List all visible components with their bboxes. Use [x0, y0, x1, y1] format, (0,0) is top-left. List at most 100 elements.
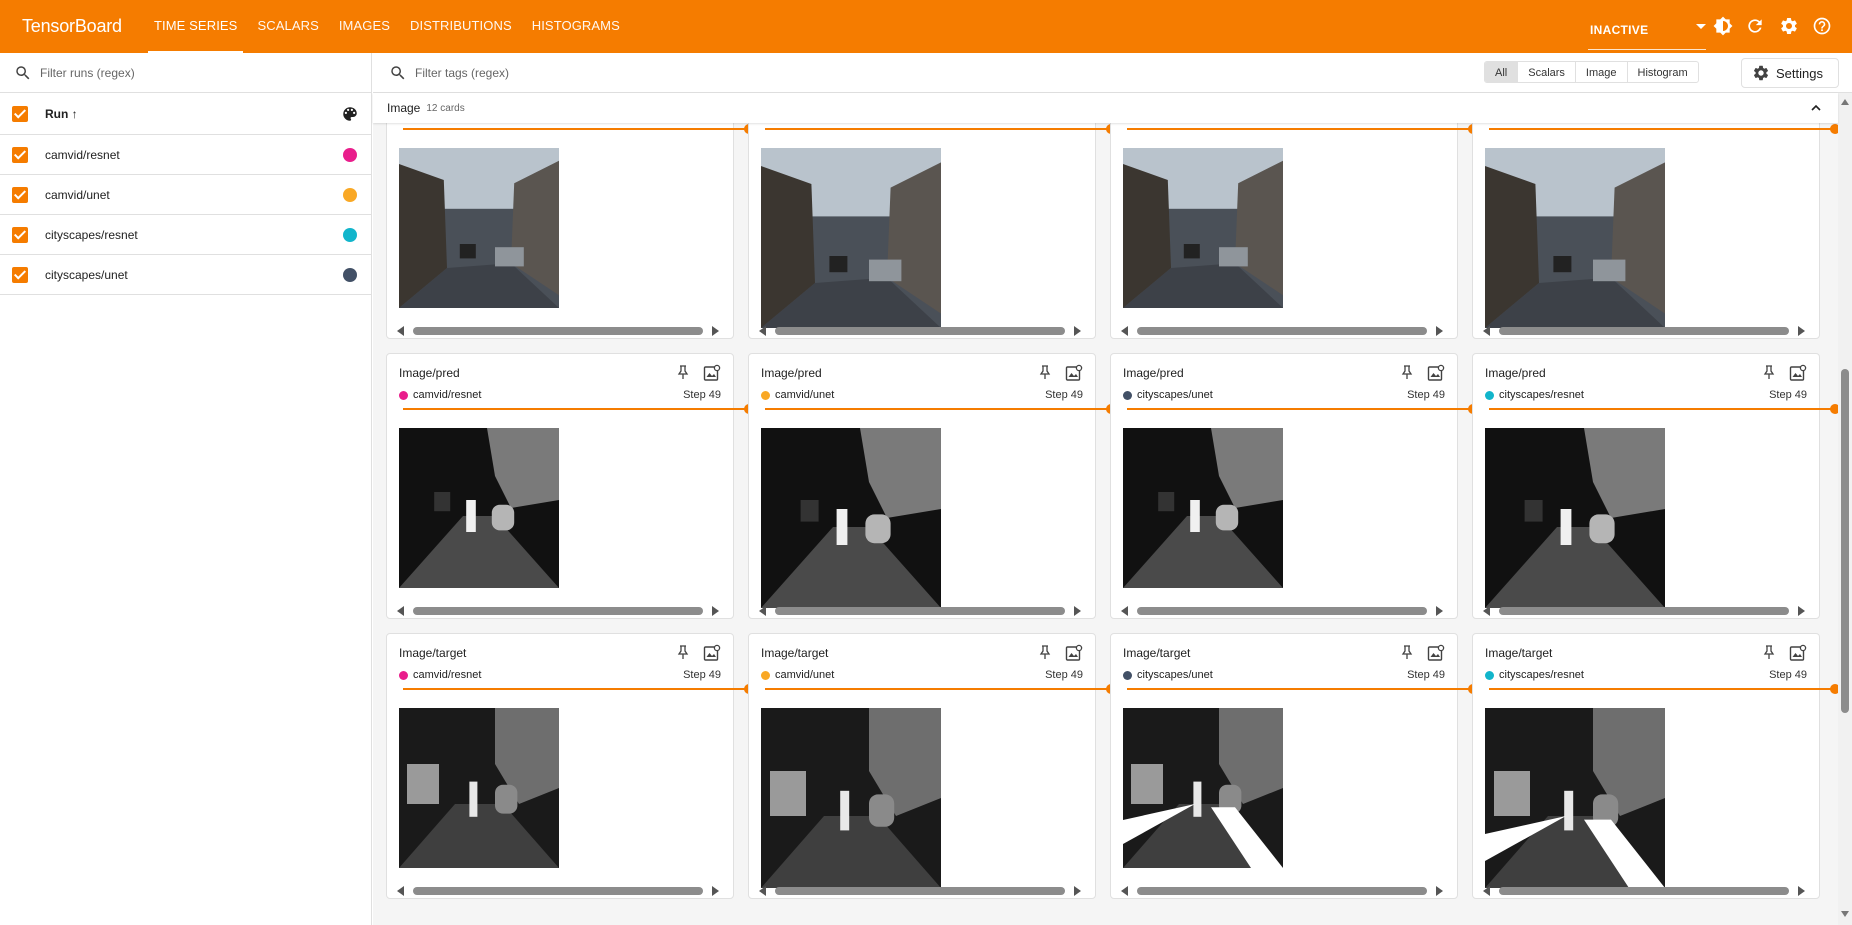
scrollbar-thumb[interactable]: [1841, 369, 1849, 713]
scrollbar-thumb[interactable]: [1499, 327, 1789, 335]
target-image[interactable]: [1485, 708, 1665, 888]
scroll-right-arrow-icon[interactable]: [1798, 326, 1805, 336]
input-image[interactable]: [1485, 148, 1665, 328]
image-icon[interactable]: [1427, 644, 1445, 662]
step-slider[interactable]: [1489, 124, 1838, 134]
image-icon[interactable]: [703, 644, 721, 662]
help-icon[interactable]: [1812, 16, 1832, 36]
scrollbar-thumb[interactable]: [775, 887, 1065, 895]
pin-icon[interactable]: [677, 645, 689, 659]
scrollbar-thumb[interactable]: [1137, 887, 1427, 895]
settings-button[interactable]: Settings: [1741, 58, 1839, 88]
pin-icon[interactable]: [1401, 645, 1413, 659]
image-horizontal-scrollbar[interactable]: [397, 324, 719, 338]
inactive-plugins-select[interactable]: INACTIVE: [1588, 10, 1706, 50]
filter-scalars-button[interactable]: Scalars: [1518, 62, 1576, 82]
run-row[interactable]: cityscapes/resnet: [0, 215, 371, 255]
image-horizontal-scrollbar[interactable]: [1483, 324, 1805, 338]
run-row[interactable]: cityscapes/unet: [0, 255, 371, 295]
scroll-left-arrow-icon[interactable]: [1121, 886, 1128, 896]
target-image[interactable]: [761, 708, 941, 888]
scroll-right-arrow-icon[interactable]: [712, 886, 719, 896]
step-slider[interactable]: [1127, 124, 1478, 134]
image-horizontal-scrollbar[interactable]: [759, 324, 1081, 338]
step-slider[interactable]: [1489, 684, 1838, 694]
pred-image[interactable]: [1123, 428, 1283, 588]
step-slider-knob[interactable]: [1830, 124, 1838, 134]
pred-image[interactable]: [1485, 428, 1665, 608]
image-horizontal-scrollbar[interactable]: [759, 884, 1081, 898]
image-horizontal-scrollbar[interactable]: [759, 604, 1081, 618]
settings-gear-icon[interactable]: [1779, 16, 1799, 36]
image-icon[interactable]: [1065, 644, 1083, 662]
tab-scalars[interactable]: SCALARS: [247, 0, 328, 53]
tab-time-series[interactable]: TIME SERIES: [144, 0, 247, 53]
run-column-header[interactable]: Run ↑: [45, 107, 78, 121]
scrollbar-thumb[interactable]: [1137, 607, 1427, 615]
pred-image[interactable]: [761, 428, 941, 608]
run-color-swatch[interactable]: [343, 147, 357, 162]
step-slider[interactable]: [765, 124, 1116, 134]
tab-distributions[interactable]: DISTRIBUTIONS: [400, 0, 522, 53]
pin-icon[interactable]: [1039, 365, 1051, 379]
run-checkbox[interactable]: [12, 226, 28, 243]
tag-filter-input[interactable]: [415, 65, 715, 80]
run-checkbox[interactable]: [12, 146, 28, 163]
run-color-swatch[interactable]: [343, 227, 357, 242]
scroll-left-arrow-icon[interactable]: [759, 606, 766, 616]
palette-icon[interactable]: [341, 105, 359, 123]
input-image[interactable]: [399, 148, 559, 308]
scroll-left-arrow-icon[interactable]: [759, 326, 766, 336]
run-checkbox[interactable]: [12, 186, 28, 203]
step-slider-knob[interactable]: [1830, 684, 1838, 694]
step-slider[interactable]: [403, 404, 754, 414]
pin-icon[interactable]: [1039, 645, 1051, 659]
select-all-checkbox[interactable]: [12, 105, 28, 122]
scrollbar-thumb[interactable]: [775, 327, 1065, 335]
theme-toggle-icon[interactable]: [1713, 16, 1733, 36]
scroll-right-arrow-icon[interactable]: [712, 606, 719, 616]
step-slider-knob[interactable]: [1830, 404, 1838, 414]
scroll-down-arrow-icon[interactable]: [1841, 911, 1849, 917]
scroll-left-arrow-icon[interactable]: [1483, 886, 1490, 896]
step-slider[interactable]: [765, 404, 1116, 414]
scroll-right-arrow-icon[interactable]: [1798, 606, 1805, 616]
scrollbar-thumb[interactable]: [1137, 327, 1427, 335]
step-slider[interactable]: [403, 124, 754, 134]
scroll-left-arrow-icon[interactable]: [397, 606, 404, 616]
step-slider[interactable]: [403, 684, 754, 694]
run-checkbox[interactable]: [12, 266, 28, 283]
scroll-left-arrow-icon[interactable]: [1121, 326, 1128, 336]
scrollbar-thumb[interactable]: [413, 607, 703, 615]
image-horizontal-scrollbar[interactable]: [1121, 324, 1443, 338]
filter-image-button[interactable]: Image: [1576, 62, 1628, 82]
run-row[interactable]: camvid/resnet: [0, 135, 371, 175]
pin-icon[interactable]: [1401, 365, 1413, 379]
image-horizontal-scrollbar[interactable]: [1121, 884, 1443, 898]
step-slider[interactable]: [1127, 404, 1478, 414]
scroll-left-arrow-icon[interactable]: [1483, 326, 1490, 336]
image-horizontal-scrollbar[interactable]: [1483, 604, 1805, 618]
scroll-left-arrow-icon[interactable]: [759, 886, 766, 896]
image-horizontal-scrollbar[interactable]: [397, 604, 719, 618]
pin-icon[interactable]: [1763, 365, 1775, 379]
vertical-scrollbar[interactable]: [1838, 93, 1852, 925]
scrollbar-thumb[interactable]: [413, 327, 703, 335]
target-image[interactable]: [1123, 708, 1283, 868]
scroll-right-arrow-icon[interactable]: [1436, 886, 1443, 896]
scroll-right-arrow-icon[interactable]: [1798, 886, 1805, 896]
step-slider[interactable]: [1489, 404, 1838, 414]
run-row[interactable]: camvid/unet: [0, 175, 371, 215]
image-horizontal-scrollbar[interactable]: [1483, 884, 1805, 898]
filter-all-button[interactable]: All: [1485, 62, 1519, 82]
refresh-icon[interactable]: [1745, 16, 1765, 36]
image-icon[interactable]: [1427, 364, 1445, 382]
pin-icon[interactable]: [677, 365, 689, 379]
scroll-up-arrow-icon[interactable]: [1841, 99, 1849, 105]
tab-histograms[interactable]: HISTOGRAMS: [522, 0, 630, 53]
pred-image[interactable]: [399, 428, 559, 588]
image-icon[interactable]: [703, 364, 721, 382]
scrollbar-thumb[interactable]: [1499, 607, 1789, 615]
input-image[interactable]: [1123, 148, 1283, 308]
step-slider[interactable]: [765, 684, 1116, 694]
